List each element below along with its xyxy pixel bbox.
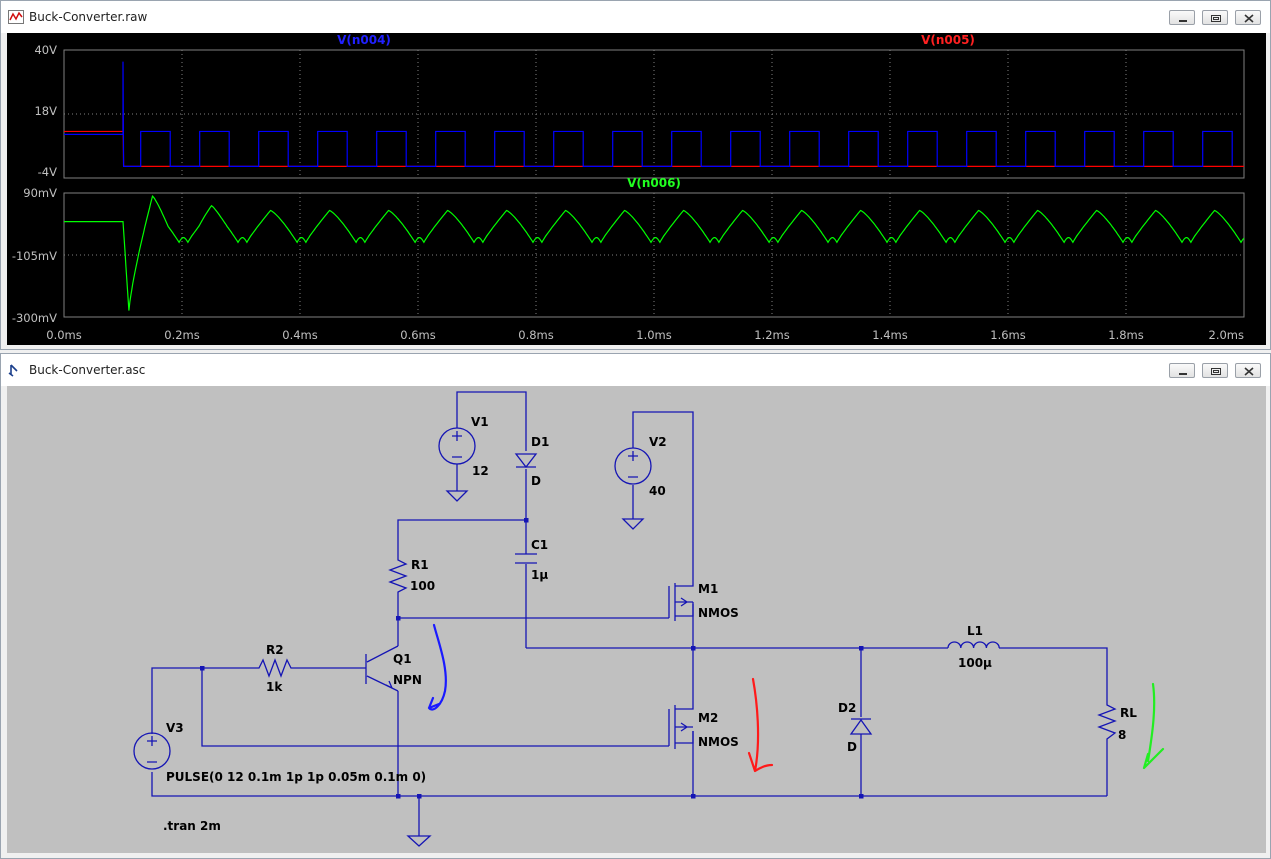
d1-value: D (531, 474, 541, 488)
restore-icon (1211, 15, 1221, 22)
l1-value: 100µ (958, 656, 992, 670)
voltage-source-v1[interactable] (438, 427, 476, 465)
capacitor-c1[interactable] (515, 553, 537, 564)
v2-value: 40 (649, 484, 666, 498)
y-tick-label: 40V (34, 43, 57, 57)
x-tick-label: 1.4ms (872, 328, 907, 342)
minimize-button[interactable] (1169, 10, 1195, 25)
r2-value: 1k (266, 680, 283, 694)
schematic-window-title: Buck-Converter.asc (29, 363, 146, 377)
r1-name: R1 (411, 558, 429, 572)
x-tick-label: 0.2ms (164, 328, 199, 342)
waveform-window: Buck-Converter.raw V(n004) V(n005) V(n00… (0, 0, 1271, 350)
q1-value: NPN (393, 673, 422, 687)
v1-name: V1 (471, 415, 489, 429)
x-tick-label: 2.0ms (1209, 328, 1244, 342)
restore-icon (1211, 368, 1221, 375)
y-tick-label: -300mV (12, 311, 57, 325)
v2-name: V2 (649, 435, 667, 449)
c1-name: C1 (531, 538, 548, 552)
maximize-button[interactable] (1202, 10, 1228, 25)
m2-value: NMOS (698, 735, 739, 749)
x-tick-label: 1.0ms (636, 328, 671, 342)
x-tick-label: 1.2ms (754, 328, 789, 342)
v3-name: V3 (166, 721, 184, 735)
ground-symbol (621, 518, 645, 530)
r1-value: 100 (410, 579, 435, 593)
waveform-window-title: Buck-Converter.raw (29, 10, 148, 24)
diode-d2[interactable] (849, 718, 873, 735)
ground-symbol (445, 490, 469, 502)
minimize-icon (1179, 20, 1187, 22)
schematic-window: Buck-Converter.asc V1 12 D1 D V2 40 C1 1… (0, 353, 1271, 859)
x-tick-label: 0.4ms (282, 328, 317, 342)
schematic-app-icon (8, 364, 18, 377)
d1-name: D1 (531, 435, 549, 449)
r2-name: R2 (266, 643, 284, 657)
x-tick-label: 0.0ms (46, 328, 81, 342)
m1-value: NMOS (698, 606, 739, 620)
resistor-r1[interactable] (388, 556, 408, 594)
resistor-rl[interactable] (1097, 701, 1117, 745)
schematic-titlebar[interactable]: Buck-Converter.asc (1, 354, 1270, 386)
spice-directive[interactable]: .tran 2m (163, 819, 221, 833)
close-button[interactable] (1235, 10, 1261, 25)
close-button[interactable] (1235, 363, 1261, 378)
nmos-m1[interactable] (668, 579, 694, 621)
c1-value: 1µ (531, 568, 548, 582)
rl-name: RL (1120, 706, 1137, 720)
minimize-button[interactable] (1169, 363, 1195, 378)
minimize-icon (1179, 373, 1187, 375)
m2-name: M2 (698, 711, 718, 725)
x-tick-label: 0.6ms (400, 328, 435, 342)
waveform-app-icon (8, 10, 24, 24)
ground-symbol (406, 835, 432, 847)
l1-name: L1 (967, 624, 983, 638)
legend-label-n004[interactable]: V(n004) (337, 33, 391, 47)
legend-label-n005[interactable]: V(n005) (921, 33, 975, 47)
junction-dots (200, 518, 864, 799)
green-arrow-annotation (1142, 682, 1165, 770)
y-tick-label: 18V (34, 104, 57, 118)
legend-label-n006[interactable]: V(n006) (627, 176, 681, 190)
y-tick-label: 90mV (23, 186, 57, 200)
schematic-svg: V1 12 D1 D V2 40 C1 1µ R1 100 M1 NMOS M2… (133, 391, 1165, 847)
voltage-source-v3[interactable] (133, 732, 171, 770)
v3-value: PULSE(0 12 0.1m 1p 1p 0.05m 0.1m 0) (166, 770, 426, 784)
schematic-canvas[interactable]: V1 12 D1 D V2 40 C1 1µ R1 100 M1 NMOS M2… (7, 386, 1266, 853)
x-tick-label: 1.8ms (1108, 328, 1143, 342)
diode-d1[interactable] (514, 453, 538, 469)
waveform-plot-area[interactable]: V(n004) V(n005) V(n006) 40V 18V -4V 90mV… (7, 33, 1266, 345)
waveform-titlebar[interactable]: Buck-Converter.raw (1, 1, 1270, 33)
d2-name: D2 (838, 701, 856, 715)
nmos-m2[interactable] (668, 701, 694, 749)
v1-value: 12 (472, 464, 489, 478)
inductor-l1[interactable] (947, 641, 1000, 649)
close-icon (1244, 14, 1254, 23)
close-icon (1244, 367, 1254, 376)
maximize-button[interactable] (1202, 363, 1228, 378)
x-tick-label: 0.8ms (518, 328, 553, 342)
y-tick-label: -4V (38, 165, 57, 179)
d2-value: D (847, 740, 857, 754)
m1-name: M1 (698, 582, 718, 596)
voltage-source-v2[interactable] (614, 447, 652, 485)
blue-arrow-annotation (427, 623, 447, 711)
resistor-r2[interactable] (255, 658, 293, 678)
y-tick-label: -105mV (12, 249, 57, 263)
waveform-plot-svg: V(n004) V(n005) V(n006) 40V 18V -4V 90mV… (12, 33, 1245, 342)
x-tick-label: 1.6ms (990, 328, 1025, 342)
q1-name: Q1 (393, 652, 412, 666)
red-arrow-annotation (747, 677, 774, 773)
rl-value: 8 (1118, 728, 1126, 742)
